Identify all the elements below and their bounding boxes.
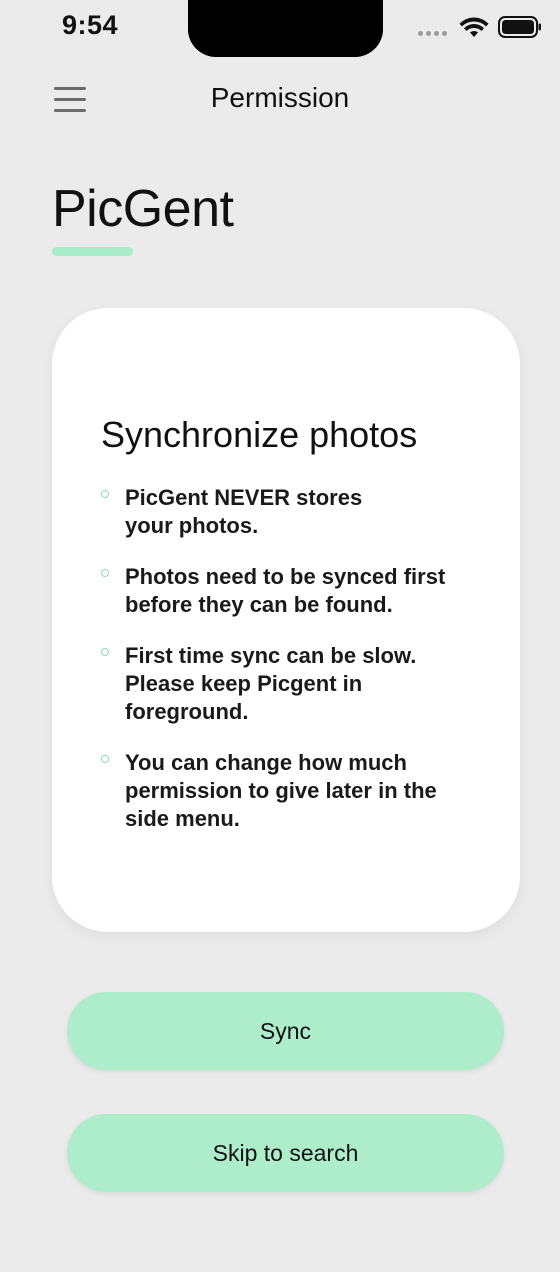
status-bar: 9:54 <box>0 0 560 60</box>
bullet-text: You can change how much permission to gi… <box>125 750 437 831</box>
permission-card: Synchronize photos PicGent NEVER stores … <box>52 308 520 932</box>
brand-header: PicGent <box>52 180 234 256</box>
sync-button[interactable]: Sync <box>67 992 504 1070</box>
list-item: You can change how much permission to gi… <box>101 749 481 833</box>
dynamic-island <box>188 0 383 57</box>
brand-underline <box>52 247 133 256</box>
list-item: Photos need to be synced first before th… <box>101 563 481 619</box>
bullet-icon <box>101 648 109 656</box>
bullet-icon <box>101 755 109 763</box>
bullet-icon <box>101 490 109 498</box>
bullet-icon <box>101 569 109 577</box>
bullet-text: First time sync can be slow. Please keep… <box>125 643 417 724</box>
list-item: PicGent NEVER stores your photos. <box>101 484 481 540</box>
battery-icon <box>498 16 541 38</box>
nav-bar: Permission <box>0 70 560 130</box>
bullet-text: PicGent NEVER stores your photos. <box>125 485 363 538</box>
card-title: Synchronize photos <box>101 414 418 455</box>
page-title: Permission <box>210 82 350 113</box>
skip-to-search-button[interactable]: Skip to search <box>67 1114 504 1192</box>
bullet-text: Photos need to be synced first before th… <box>125 564 446 617</box>
list-item: First time sync can be slow. Please keep… <box>101 642 481 726</box>
bullet-list: PicGent NEVER stores your photos. Photos… <box>101 484 481 856</box>
wifi-icon <box>459 17 489 37</box>
brand-title: PicGent <box>52 180 234 238</box>
status-time: 9:54 <box>62 10 119 40</box>
cellular-signal-icon <box>418 31 447 36</box>
